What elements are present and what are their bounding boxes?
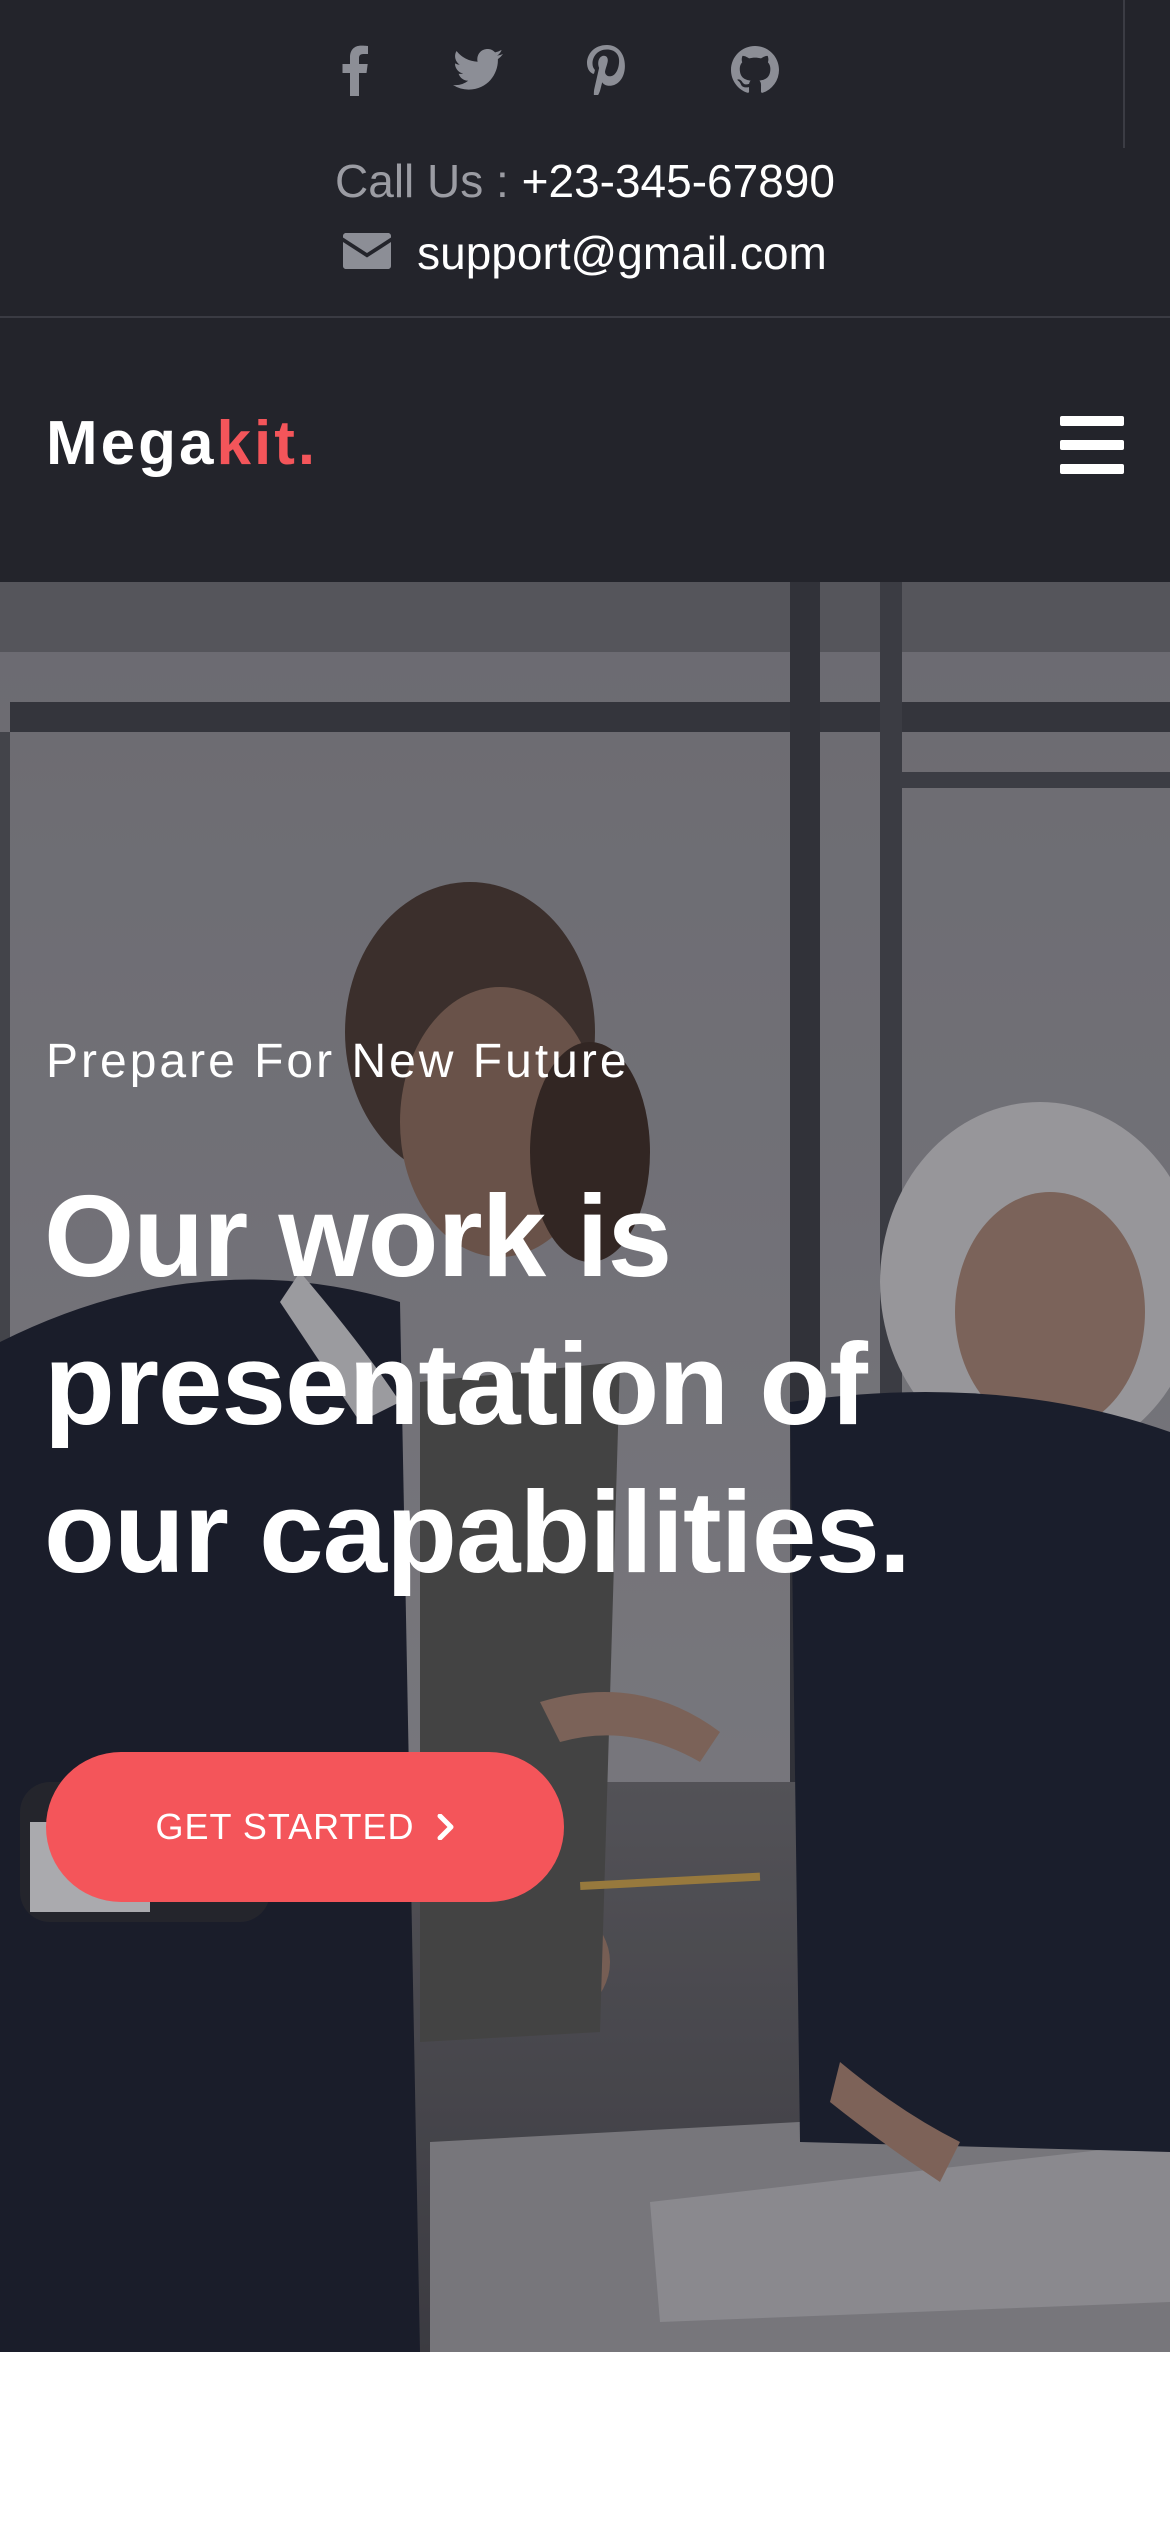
twitter-icon (453, 49, 503, 90)
hero-title-line: Our work is (44, 1171, 672, 1301)
brand-main-text: Mega (46, 409, 217, 478)
hamburger-icon (1060, 416, 1124, 426)
main-navbar: Megakit. (0, 318, 1170, 582)
hero-subtitle: Prepare For New Future (46, 1035, 630, 1088)
get-started-button[interactable]: GET STARTED (46, 1752, 564, 1902)
hero-section: Prepare For New Future Our work is prese… (0, 582, 1170, 2352)
facebook-link[interactable] (325, 40, 385, 100)
contact-email: support@gmail.com (0, 220, 1170, 286)
phone-number-link[interactable]: +23-345-67890 (522, 155, 835, 207)
hero-title: Our work is presentation of our capabili… (44, 1162, 1124, 1606)
get-started-label: GET STARTED (155, 1806, 415, 1847)
github-link[interactable] (725, 40, 785, 100)
contact-phone: Call Us : +23-345-67890 (0, 148, 1170, 214)
chevron-right-icon (437, 1814, 455, 1840)
pinterest-link[interactable] (576, 40, 636, 100)
facebook-icon (342, 45, 368, 96)
social-links (0, 40, 1170, 100)
github-icon (731, 46, 779, 93)
brand-accent-text: kit. (216, 409, 319, 478)
menu-toggle-button[interactable] (1060, 416, 1124, 474)
hero-title-line: our capabilities. (44, 1467, 911, 1597)
call-us-label: Call Us : (335, 155, 522, 207)
brand-logo[interactable]: Megakit. (46, 404, 318, 484)
next-section (0, 2352, 1170, 2532)
twitter-link[interactable] (448, 40, 508, 100)
hero-title-line: presentation of (44, 1319, 868, 1449)
pinterest-icon (587, 45, 625, 95)
top-info-bar: Call Us : +23-345-67890 support@gmail.co… (0, 0, 1170, 318)
envelope-icon (343, 220, 392, 286)
email-link[interactable]: support@gmail.com (417, 227, 827, 279)
